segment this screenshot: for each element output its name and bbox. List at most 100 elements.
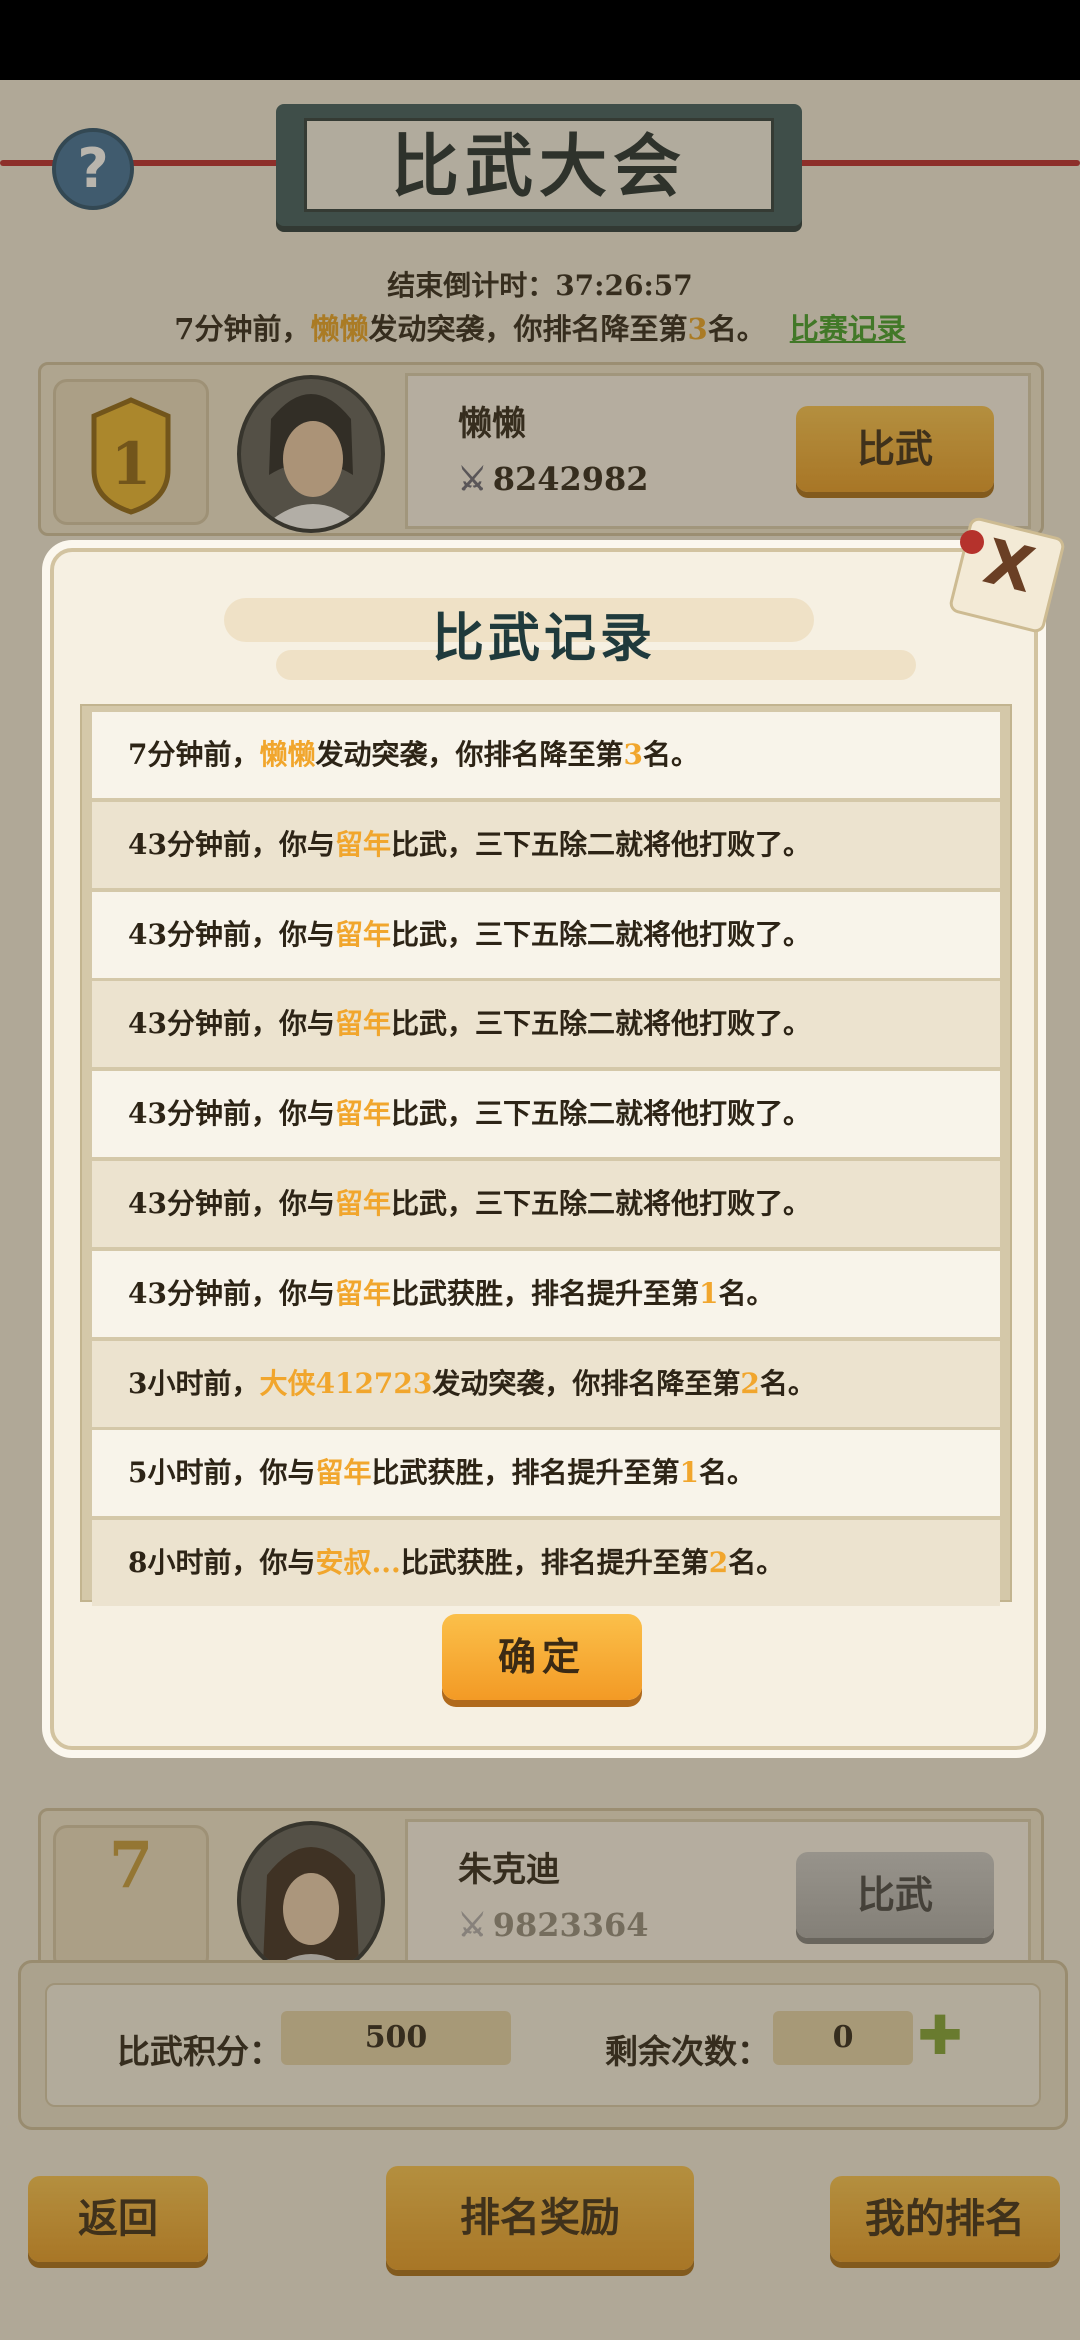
record-row: 3小时前，大侠412723发动突袭，你排名降至第2名。 <box>92 1340 1000 1427</box>
record-rank: 1 <box>699 1276 719 1310</box>
record-time: 3小时前， <box>128 1366 260 1400</box>
record-time: 43分钟前， <box>128 1276 279 1310</box>
record-time: 43分钟前， <box>128 1007 279 1041</box>
rank-badge: 1 <box>53 379 209 525</box>
notice-rank: 3 <box>687 312 708 346</box>
notice-text: 发动突袭，你排名降至第 <box>368 312 688 346</box>
player-name: 懒懒 <box>458 404 526 444</box>
record-row: 43分钟前，你与留年比武，三下五除二就将他打败了。 <box>92 801 1000 888</box>
notice-player: 懒懒 <box>310 312 369 346</box>
score-value: 500 <box>281 2011 511 2065</box>
record-rank: 3 <box>623 738 643 771</box>
duel-button[interactable]: 比武 <box>796 1852 994 1938</box>
record-pre: 你与 <box>278 1187 335 1220</box>
player-info: 朱克迪 ⚔ 9823364 比武 <box>405 1819 1031 1975</box>
avatar[interactable] <box>237 375 385 533</box>
record-row: 7分钟前，懒懒发动突袭，你排名降至第3名。 <box>92 712 1000 798</box>
record-row: 43分钟前，你与留年比武，三下五除二就将他打败了。 <box>92 891 1000 978</box>
avatar[interactable] <box>237 1821 385 1979</box>
battle-record-modal: 比武记录 X 7分钟前，懒懒发动突袭，你排名降至第3名。 43分钟前，你与留年比武… <box>50 515 1067 1750</box>
record-end: 名。 <box>718 1276 775 1310</box>
score-label: 比武积分： <box>117 2032 282 2071</box>
record-time: 43分钟前， <box>128 917 279 951</box>
pin-icon <box>960 530 984 554</box>
record-pre: 你与 <box>278 827 335 861</box>
remaining-label: 剩余次数： <box>605 2032 770 2071</box>
record-pre: 你与 <box>278 917 335 951</box>
record-row: 43分钟前，你与留年比武，三下五除二就将他打败了。 <box>92 1161 1000 1247</box>
record-row: 5小时前，你与留年比武获胜，排名提升至第1名。 <box>92 1430 1000 1517</box>
record-rank: 2 <box>708 1546 729 1580</box>
record-time: 5小时前， <box>128 1456 260 1490</box>
rope-decoration <box>0 160 290 166</box>
record-row: 43分钟前，你与留年比武，三下五除二就将他打败了。 <box>92 981 1000 1068</box>
record-pre: 你与 <box>278 1097 335 1131</box>
record-post: 比武，三下五除二就将他打败了。 <box>391 1187 812 1220</box>
power-value: ⚔ 8242982 <box>458 460 649 498</box>
remaining-value: 0 <box>773 2011 913 2065</box>
match-record-link[interactable]: 比赛记录 <box>790 312 906 346</box>
duel-button[interactable]: 比武 <box>796 406 994 492</box>
rank-row-7: 7 朱克迪 ⚔ 9823364 比武 <box>38 1808 1044 1982</box>
record-post: 比武，三下五除二就将他打败了。 <box>391 917 812 951</box>
record-post: 发动突袭，你排名降至第 <box>315 738 624 771</box>
latest-notice: 7分钟前，懒懒发动突袭，你排名降至第3名。 比赛记录 <box>0 306 1080 348</box>
record-row: 43分钟前，你与留年比武，三下五除二就将他打败了。 <box>92 1071 1000 1158</box>
record-post: 发动突袭，你排名降至第 <box>432 1366 741 1400</box>
record-rank: 2 <box>740 1366 760 1400</box>
record-rank: 1 <box>679 1456 700 1490</box>
notice-time: 7分钟前， <box>174 312 311 346</box>
rank-number: 1 <box>111 430 151 498</box>
score-panel-inner: 比武积分： 500 剩余次数： 0 ✚ <box>45 1983 1041 2107</box>
countdown-timer: 结束倒计时：37:26:57 <box>387 269 693 302</box>
record-post: 比武，三下五除二就将他打败了。 <box>391 1097 812 1131</box>
record-post: 比武获胜，排名提升至第 <box>400 1546 709 1580</box>
record-pre: 你与 <box>259 1456 316 1490</box>
record-post: 比武获胜，排名提升至第 <box>371 1456 680 1490</box>
back-button[interactable]: 返回 <box>28 2176 208 2262</box>
record-time: 8小时前， <box>128 1546 260 1580</box>
record-time: 43分钟前， <box>128 1187 279 1220</box>
rank-badge: 7 <box>53 1825 209 1971</box>
record-name: 留年 <box>334 827 391 861</box>
record-end: 名。 <box>699 1456 756 1490</box>
record-post: 比武，三下五除二就将他打败了。 <box>391 1007 812 1041</box>
crossed-swords-icon: ⚔ <box>458 460 487 498</box>
rope-decoration <box>790 160 1080 166</box>
record-name: 留年 <box>334 1097 391 1131</box>
player-info: 懒懒 ⚔ 8242982 比武 <box>405 373 1031 529</box>
score-panel: 比武积分： 500 剩余次数： 0 ✚ <box>18 1960 1068 2130</box>
record-time: 43分钟前， <box>128 827 279 861</box>
page-title: 比武大会 <box>304 118 774 212</box>
power-number: 8242982 <box>492 460 649 498</box>
title-plaque: 比武大会 <box>276 104 802 226</box>
record-name: 留年 <box>334 1276 391 1310</box>
modal-title: 比武记录 <box>431 608 656 669</box>
record-list[interactable]: 7分钟前，懒懒发动突袭，你排名降至第3名。 43分钟前，你与留年比武，三下五除二就… <box>80 704 1012 1607</box>
record-name: 留年 <box>334 917 391 951</box>
record-end: 名。 <box>728 1546 785 1580</box>
my-rank-button[interactable]: 我的排名 <box>830 2176 1060 2262</box>
rank-reward-button[interactable]: 排名奖励 <box>386 2166 694 2270</box>
record-name: 留年 <box>315 1456 372 1490</box>
plus-icon[interactable]: ✚ <box>915 2009 965 2063</box>
rank-number: 7 <box>108 1828 154 1903</box>
player-name: 朱克迪 <box>458 1850 560 1890</box>
record-post: 比武，三下五除二就将他打败了。 <box>391 827 812 861</box>
record-name: 留年 <box>334 1007 391 1041</box>
record-pre: 你与 <box>278 1276 335 1310</box>
record-row: 43分钟前，你与留年比武获胜，排名提升至第1名。 <box>92 1250 1000 1337</box>
power-value: ⚔ 9823364 <box>458 1906 649 1944</box>
record-name: 大侠412723 <box>259 1366 433 1400</box>
record-name: 留年 <box>334 1187 391 1220</box>
record-time: 43分钟前， <box>128 1097 279 1131</box>
record-end: 名。 <box>643 738 700 771</box>
record-time: 7分钟前， <box>128 738 260 771</box>
record-end: 名。 <box>759 1366 816 1400</box>
record-post: 比武获胜，排名提升至第 <box>391 1276 700 1310</box>
confirm-button[interactable]: 确定 <box>442 1614 642 1700</box>
record-name: 安叔... <box>315 1546 401 1580</box>
notice-suffix: 名。 <box>707 312 766 346</box>
help-icon[interactable]: ? <box>52 128 134 210</box>
record-pre: 你与 <box>259 1546 316 1580</box>
